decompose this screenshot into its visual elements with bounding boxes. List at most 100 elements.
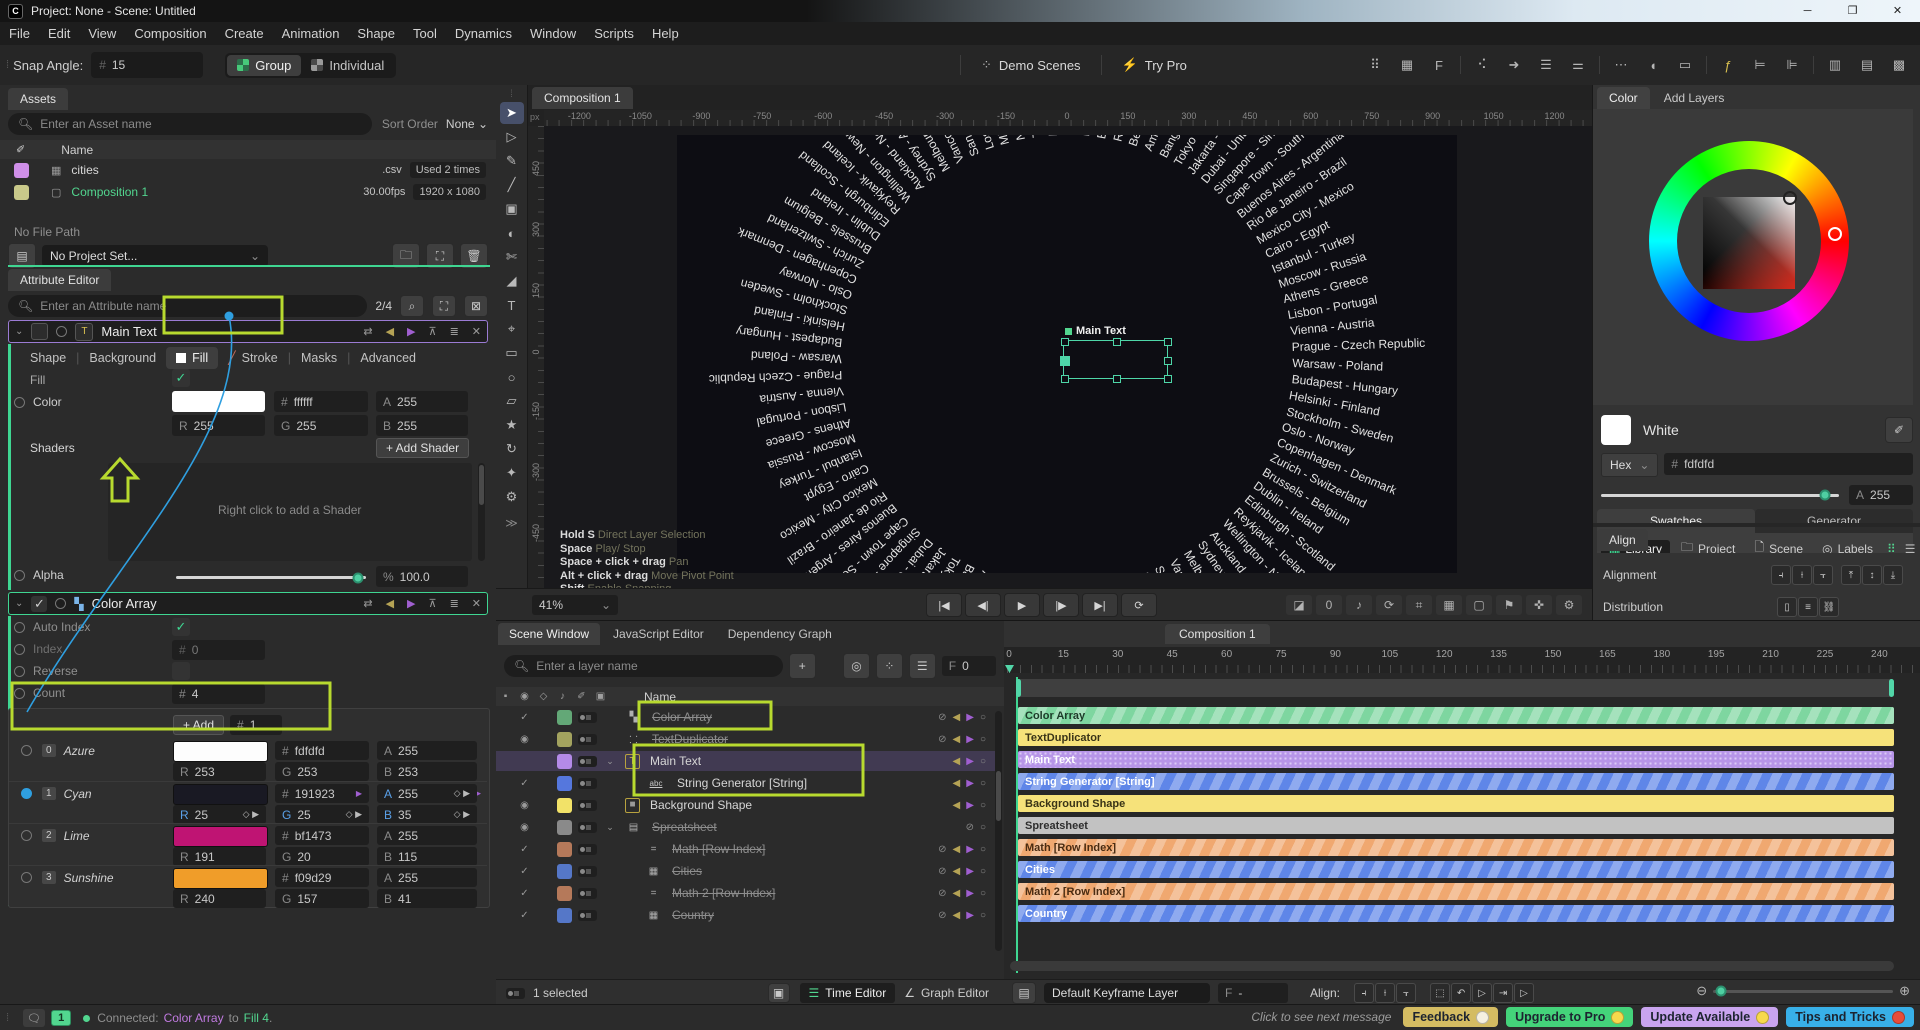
- viewport-option-4-icon[interactable]: ⌗: [1406, 595, 1432, 615]
- panel-grip[interactable]: ⁞: [510, 89, 513, 100]
- status-link-fill[interactable]: Fill 4: [244, 1011, 269, 1025]
- vertical-ruler[interactable]: 450 300 150 0 -150 -300 -450: [528, 126, 545, 588]
- shader-scrollbar[interactable]: [478, 463, 485, 561]
- circle-icon[interactable]: ○: [980, 844, 986, 855]
- track-bar[interactable]: String Generator [String]: [1018, 773, 1894, 790]
- align-1-0-icon[interactable]: ⤒: [1841, 565, 1861, 585]
- layer-row[interactable]: ◉ ⌄ ▤ Spreatsheet ⊘ ○: [496, 817, 996, 837]
- layer-visibility-icon[interactable]: [578, 887, 597, 899]
- menu-help[interactable]: Help: [643, 22, 688, 45]
- zoom-out-icon[interactable]: ⊖: [1696, 983, 1707, 999]
- layer-visibility-icon[interactable]: [578, 865, 597, 877]
- reverse-checkbox[interactable]: ✓: [172, 662, 190, 680]
- layer-swatch[interactable]: [557, 885, 572, 901]
- viewport-option-5-icon[interactable]: ▦: [1436, 595, 1462, 615]
- circle-icon[interactable]: ○: [980, 910, 986, 921]
- stack-icon[interactable]: ⚌: [1563, 53, 1593, 77]
- distribute-2-icon[interactable]: ⛓: [1819, 597, 1839, 617]
- frame-filter-field[interactable]: F0: [941, 656, 997, 676]
- item-hex-field[interactable]: # fdfdfd: [275, 741, 369, 760]
- item-color-swatch[interactable]: [173, 741, 268, 762]
- count-field[interactable]: #4: [172, 684, 265, 704]
- menu-file[interactable]: File: [0, 22, 39, 45]
- tool-10-icon[interactable]: ▭: [500, 342, 524, 364]
- fill-enabled-checkbox[interactable]: ✓: [172, 369, 190, 387]
- circle-icon[interactable]: ○: [980, 822, 986, 833]
- attribute-search-input[interactable]: 🔍︎ Enter an Attribute name: [8, 295, 368, 317]
- tab-masks[interactable]: Masks: [291, 347, 347, 369]
- current-color-swatch[interactable]: [1601, 415, 1631, 445]
- column-icon-0[interactable]: ▪: [496, 691, 515, 702]
- item-color-swatch[interactable]: [173, 868, 268, 889]
- skip-end-button[interactable]: ▶|: [1082, 593, 1118, 617]
- menu-edit[interactable]: Edit: [39, 22, 79, 45]
- step-back-button[interactable]: ◀|: [965, 593, 1001, 617]
- viewport-composition-tab[interactable]: Composition 1: [532, 87, 633, 109]
- tool-7-icon[interactable]: ◢: [500, 270, 524, 292]
- arrow-right-icon[interactable]: ➜: [1499, 53, 1529, 77]
- menu-icon[interactable]: ≣: [450, 597, 459, 610]
- fill-r-field[interactable]: R 255: [172, 415, 265, 436]
- disabled-icon[interactable]: ⊘: [938, 888, 946, 899]
- viewport-canvas[interactable]: Jakarta - IndonesiaDubai - United Arab E…: [544, 126, 1592, 588]
- menu-tool[interactable]: Tool: [404, 22, 446, 45]
- prev-keyframe-icon[interactable]: ◀: [953, 756, 961, 767]
- align-list-icon[interactable]: ☰: [1531, 53, 1561, 77]
- layer-visibility-icon[interactable]: [578, 733, 597, 745]
- item-socket-icon[interactable]: [21, 788, 32, 799]
- tool-8-icon[interactable]: T: [500, 294, 524, 316]
- subtab-generator[interactable]: Generator: [1755, 509, 1913, 533]
- column-icon-1[interactable]: ◉: [515, 691, 534, 702]
- track-bar[interactable]: Math [Row Index]: [1018, 839, 1894, 856]
- circle-icon[interactable]: ○: [980, 756, 986, 767]
- track-bar[interactable]: Color Array: [1018, 707, 1894, 724]
- expand-tools-icon[interactable]: ≫: [505, 516, 518, 530]
- asset-search-input[interactable]: 🔍︎ Enter an Asset name: [8, 113, 372, 135]
- align-tab[interactable]: Align: [1597, 529, 1648, 551]
- alpha-value-field[interactable]: % 100.0: [376, 566, 468, 587]
- tool-5-icon[interactable]: ◐: [500, 222, 524, 244]
- selection-handle[interactable]: [1164, 356, 1172, 365]
- work-area-start-handle[interactable]: [1016, 679, 1021, 697]
- tool-3-icon[interactable]: ╱: [500, 174, 524, 196]
- layer-visibility-icon[interactable]: [578, 755, 597, 767]
- circle-icon[interactable]: ○: [980, 888, 986, 899]
- track-bar[interactable]: Cities: [1018, 861, 1894, 878]
- layer-toggle-icon[interactable]: ◉: [515, 800, 534, 811]
- item-r-field[interactable]: R 240: [173, 889, 266, 908]
- color-array-item[interactable]: 0 Azure # fdfdfd A 255 R 253 G 253 B 253: [9, 739, 487, 781]
- column-icon-2[interactable]: ◇: [534, 691, 553, 702]
- prev-keyframe-icon[interactable]: ◀: [953, 712, 961, 723]
- item-socket-icon[interactable]: [21, 745, 32, 756]
- next-keyframe-icon[interactable]: ▶: [966, 888, 974, 899]
- color-array-item[interactable]: 2 Lime # bf1473 A 255 R 191 G 20 B 115: [9, 823, 487, 866]
- item-color-swatch[interactable]: [173, 826, 268, 847]
- add-shader-button[interactable]: + Add Shader: [376, 438, 470, 458]
- item-g-field[interactable]: G 253: [275, 762, 369, 781]
- hue-selector[interactable]: [1828, 227, 1842, 241]
- asset-row[interactable]: ▦ cities .csv Used 2 times: [0, 159, 496, 181]
- menu-create[interactable]: Create: [216, 22, 273, 45]
- next-keyframe-icon[interactable]: ▶: [966, 800, 974, 811]
- type-tool-icon[interactable]: ƒ: [1713, 53, 1743, 77]
- time-editor-button[interactable]: ☰ Time Editor: [799, 983, 896, 1003]
- main-text-header[interactable]: ⌄ T Main Text ⇄ ◀ ▶ ⊼ ≣ ✕: [8, 320, 488, 343]
- fill-b-field[interactable]: B 255: [376, 415, 468, 436]
- disabled-icon[interactable]: ⊘: [966, 822, 974, 833]
- viewport-option-8-icon[interactable]: ✜: [1526, 595, 1552, 615]
- circle-icon[interactable]: ○: [980, 866, 986, 877]
- layer-swatch[interactable]: [557, 819, 572, 835]
- shader-drop-area[interactable]: Right click to add a Shader: [108, 463, 472, 561]
- prev-keyframe-icon[interactable]: ◀: [953, 844, 961, 855]
- filter-settings-icon[interactable]: ☰: [908, 653, 936, 679]
- panel-alpha-field[interactable]: A 255: [1849, 485, 1913, 505]
- distribute-1-icon[interactable]: ≡: [1798, 597, 1818, 617]
- select-filter-icon[interactable]: ⁘: [875, 653, 903, 679]
- layer-toggle-icon[interactable]: ✓: [515, 778, 534, 789]
- item-a-field[interactable]: A 255: [377, 868, 477, 887]
- horizontal-ruler[interactable]: -1200 -1050 -900 -750 -600 -450 -300 -150 0 150 30…: [544, 110, 1592, 127]
- tl-align-2-0-icon[interactable]: ↶: [1451, 983, 1472, 1003]
- connections-icon[interactable]: ⇄: [363, 597, 372, 610]
- tab-scene-window[interactable]: Scene Window: [498, 623, 601, 645]
- timeline-scrollbar[interactable]: [1010, 961, 1894, 971]
